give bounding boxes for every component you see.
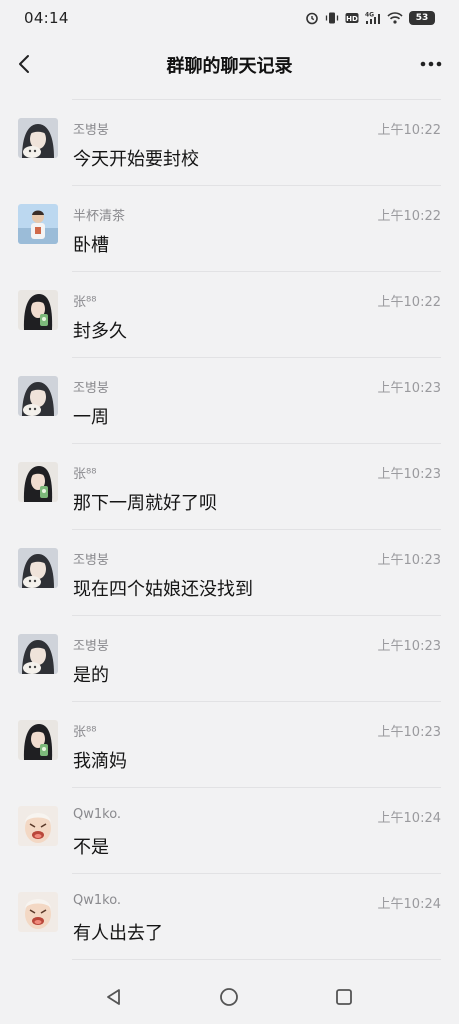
hd-icon: HD: [345, 11, 359, 25]
message-time: 上午10:23: [377, 467, 441, 482]
nav-recents-button[interactable]: [331, 984, 357, 1010]
avatar[interactable]: [18, 376, 58, 416]
divider: [72, 959, 441, 960]
status-icons: HD 4G 53: [305, 9, 435, 27]
message-text: 是的: [73, 665, 109, 686]
message-time: 上午10:23: [377, 553, 441, 568]
message-item[interactable]: Qw1ko. 上午10:24 有人出去了: [0, 874, 459, 960]
chat-history-screen: 04:14 HD 4G 53 群聊的聊天记录 조병붕 上午10:22 今天开始要…: [0, 0, 459, 1024]
message-text: 封多久: [73, 321, 127, 342]
avatar[interactable]: [18, 118, 58, 158]
message-time: 上午10:23: [377, 725, 441, 740]
avatar[interactable]: [18, 806, 58, 846]
avatar[interactable]: [18, 290, 58, 330]
message-time: 上午10:23: [377, 381, 441, 396]
message-item[interactable]: 조병붕 上午10:23 现在四个姑娘还没找到: [0, 530, 459, 616]
alarm-icon: [305, 11, 319, 25]
sender-name: Qw1ko.: [73, 893, 122, 908]
message-item[interactable]: 张⁸⁸ 上午10:23 那下一周就好了呗: [0, 444, 459, 530]
avatar[interactable]: [18, 634, 58, 674]
header: 群聊的聊天记录: [0, 40, 459, 88]
sender-name: Qw1ko.: [73, 807, 122, 822]
sender-name: 张⁸⁸: [73, 725, 97, 740]
message-time: 上午10:22: [377, 209, 441, 224]
sender-name: 张⁸⁸: [73, 295, 97, 310]
circle-home-icon: [220, 988, 238, 1006]
message-text: 今天开始要封校: [73, 149, 199, 170]
message-time: 上午10:22: [377, 295, 441, 310]
more-dots-icon: [420, 61, 442, 67]
message-time: 上午10:22: [377, 123, 441, 138]
avatar[interactable]: [18, 720, 58, 760]
more-options-button[interactable]: [415, 48, 447, 80]
page-title: 群聊的聊天记录: [166, 56, 293, 77]
message-list: 조병붕 上午10:22 今天开始要封校 半杯清茶 上午10:22 卧槽 张⁸⁸ …: [0, 100, 459, 960]
message-item[interactable]: Qw1ko. 上午10:24 不是: [0, 788, 459, 874]
avatar[interactable]: [18, 892, 58, 932]
sender-name: 조병붕: [73, 381, 109, 396]
message-time: 上午10:24: [377, 811, 441, 826]
message-item[interactable]: 조병붕 上午10:23 一周: [0, 358, 459, 444]
status-time: 04:14: [24, 9, 69, 27]
battery-icon: 53: [409, 11, 435, 25]
message-time: 上午10:23: [377, 639, 441, 654]
message-text: 不是: [73, 837, 109, 858]
message-text: 我滴妈: [73, 751, 127, 772]
sender-name: 조병붕: [73, 553, 109, 568]
vibrate-icon: [325, 11, 339, 25]
message-text: 一周: [73, 407, 109, 428]
nav-back-button[interactable]: [101, 984, 127, 1010]
message-text: 卧槽: [73, 235, 109, 256]
triangle-back-icon: [107, 989, 120, 1005]
avatar[interactable]: [18, 462, 58, 502]
message-text: 现在四个姑娘还没找到: [73, 579, 253, 600]
sender-name: 张⁸⁸: [73, 467, 97, 482]
message-item[interactable]: 半杯清茶 上午10:22 卧槽: [0, 186, 459, 272]
message-item[interactable]: 조병붕 上午10:22 今天开始要封校: [0, 100, 459, 186]
message-item[interactable]: 张⁸⁸ 上午10:23 我滴妈: [0, 702, 459, 788]
message-item[interactable]: 张⁸⁸ 上午10:22 封多久: [0, 272, 459, 358]
message-text: 有人出去了: [73, 923, 163, 944]
message-time: 上午10:24: [377, 897, 441, 912]
network-type-label: 4G: [365, 12, 374, 19]
nav-home-button[interactable]: [216, 984, 242, 1010]
avatar[interactable]: [18, 204, 58, 244]
avatar[interactable]: [18, 548, 58, 588]
square-recents-icon: [336, 989, 352, 1005]
message-item[interactable]: 조병붕 上午10:23 是的: [0, 616, 459, 702]
cellular-signal-icon: 4G: [365, 11, 381, 25]
sender-name: 조병붕: [73, 123, 109, 138]
message-text: 那下一周就好了呗: [73, 493, 217, 514]
sender-name: 조병붕: [73, 639, 109, 654]
status-bar: 04:14 HD 4G 53: [0, 0, 459, 38]
sender-name: 半杯清茶: [73, 209, 126, 224]
wifi-icon: [387, 11, 403, 25]
svg-text:HD: HD: [346, 15, 358, 23]
system-nav-bar: [0, 968, 459, 1024]
